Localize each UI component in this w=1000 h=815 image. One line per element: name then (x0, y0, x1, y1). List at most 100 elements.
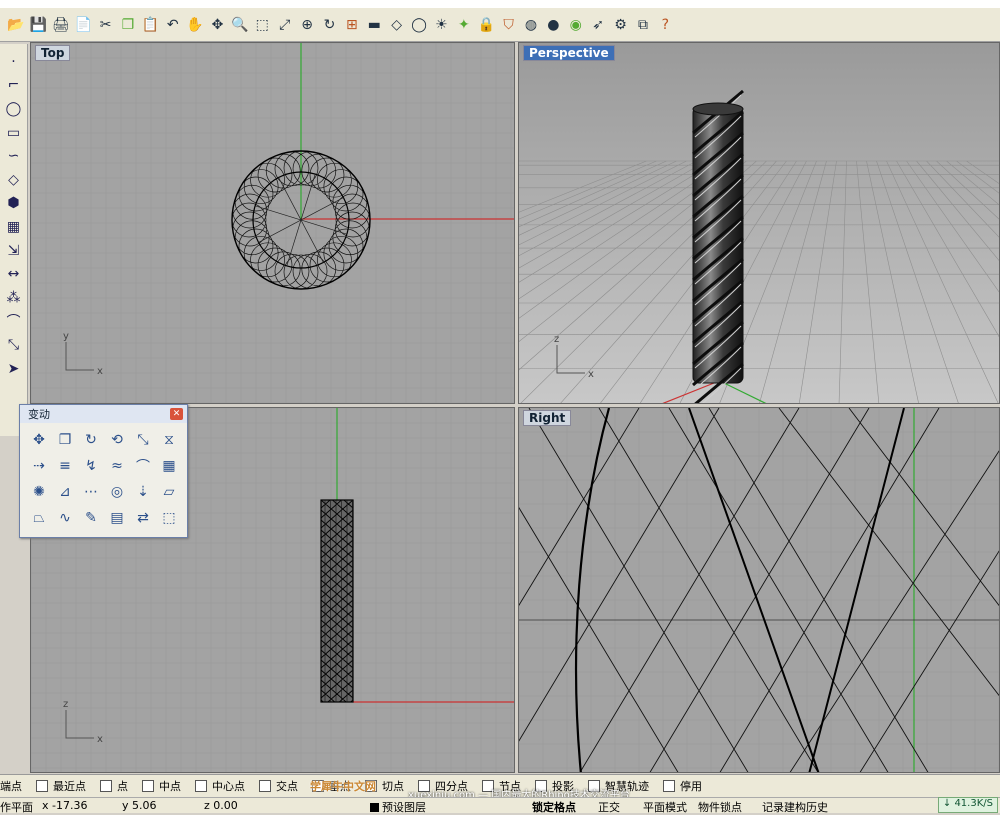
circle-icon[interactable]: ◯ (3, 97, 25, 121)
car-icon[interactable]: ▬ (364, 14, 384, 36)
status-planar[interactable]: 平面模式 (643, 799, 687, 815)
splop-icon[interactable]: ✎ (80, 507, 102, 529)
arrow-icon[interactable]: ➤ (3, 357, 25, 381)
zoom-selected-icon[interactable]: ⊕ (297, 14, 317, 36)
dimension-icon[interactable]: ↔ (3, 262, 25, 286)
osnap-checkbox[interactable] (663, 780, 675, 792)
sphere-render-icon[interactable]: ◉ (566, 14, 586, 36)
viewport-right[interactable]: Right (518, 407, 1000, 773)
scale-icon[interactable]: ⤡ (132, 429, 154, 451)
cut-icon[interactable]: ✂ (96, 14, 116, 36)
surface-icon[interactable]: ◇ (3, 168, 25, 192)
osnap-item[interactable]: 中心点 (195, 778, 245, 794)
status-object-snap[interactable]: 物件锁点 (698, 799, 742, 815)
status-plane[interactable]: 作平面 (0, 799, 33, 815)
osnap-item[interactable]: 中点 (142, 778, 181, 794)
curve-tools-icon[interactable]: ⌒ (3, 310, 25, 334)
scale-icon[interactable]: ⤡ (3, 333, 25, 357)
rotate-3d-icon[interactable]: ⟲ (106, 429, 128, 451)
lock-icon[interactable]: 🔒 (476, 14, 496, 36)
circle-icon[interactable]: ◯ (409, 14, 429, 36)
solid-icon[interactable]: ⬢ (3, 192, 25, 216)
status-grid-snap[interactable]: 锁定格点 (532, 799, 576, 815)
pipe-icon[interactable]: ◎ (106, 481, 128, 503)
polar-array-icon[interactable]: ✺ (28, 481, 50, 503)
flow-alt-icon[interactable]: ∿ (54, 507, 76, 529)
bend-icon[interactable]: ⌒ (132, 455, 154, 477)
taper-alt-icon[interactable]: ⏢ (28, 507, 50, 529)
copy-icon[interactable]: ❐ (54, 429, 76, 451)
arrange-icon[interactable]: ⧉ (633, 14, 653, 36)
zoom-extents-icon[interactable]: ⤢ (275, 14, 295, 36)
osnap-checkbox[interactable] (259, 780, 271, 792)
silhouette-curve (574, 408, 611, 772)
osnap-item[interactable]: 停用 (663, 778, 702, 794)
rectangle-icon[interactable]: ▭ (3, 121, 25, 145)
polyline-icon[interactable]: ⌐ (3, 74, 25, 98)
gear-icon[interactable]: ⚙ (611, 14, 631, 36)
shear-icon[interactable]: ▱ (158, 481, 180, 503)
mirror-icon[interactable]: ⧖ (158, 429, 180, 451)
pan-hand-icon[interactable]: ✋ (185, 14, 205, 36)
transform-panel[interactable]: 变动 ✕ ✥ ❐ ↻ ⟲ ⤡ ⧖ ⇢ ≡ ↯ ≈ ⌒ ▦ ✺ ⊿ ⋯ ◎ ⇣ ▱ ⏢ ∿ ✎ ▤ ⇄ ⬚ (19, 404, 188, 538)
flow-icon[interactable]: ≈ (106, 455, 128, 477)
status-ortho[interactable]: 正交 (598, 799, 620, 815)
viewport-label-right[interactable]: Right (523, 410, 572, 426)
taper-icon[interactable]: ⊿ (54, 481, 76, 503)
viewport-perspective[interactable]: xz Perspective (518, 42, 1000, 404)
transform-icon[interactable]: ⇲ (3, 239, 25, 263)
print-icon[interactable]: 🖨 (51, 14, 71, 36)
light-icon[interactable]: ✦ (454, 14, 474, 36)
status-layer[interactable]: 预设图层 (370, 799, 426, 815)
transform-panel-titlebar[interactable]: 变动 ✕ (20, 405, 187, 423)
perspective-background (519, 43, 999, 403)
osnap-checkbox[interactable] (100, 780, 112, 792)
rotate-icon[interactable]: ↻ (319, 14, 339, 36)
save-icon[interactable]: 💾 (28, 14, 48, 36)
lightbulb-icon[interactable]: ☀ (431, 14, 451, 36)
group-icon[interactable]: ⁂ (3, 286, 25, 310)
paste-icon[interactable]: 📋 (140, 14, 160, 36)
osnap-item[interactable]: 点 (100, 778, 128, 794)
unroll-icon[interactable]: ⇄ (132, 507, 154, 529)
sphere-icon[interactable]: ● (543, 14, 563, 36)
point-icon[interactable]: · (3, 50, 25, 74)
close-icon[interactable]: ✕ (170, 408, 183, 420)
array-icon[interactable]: ▦ (158, 455, 180, 477)
rotate-view-icon[interactable]: ✥ (208, 14, 228, 36)
align-icon[interactable]: ≡ (54, 455, 76, 477)
viewport-label-perspective[interactable]: Perspective (523, 45, 615, 61)
smash-icon[interactable]: ▤ (106, 507, 128, 529)
viewport-top[interactable]: xy Top (30, 42, 515, 404)
zoom-icon[interactable]: 🔍 (230, 14, 250, 36)
document-icon[interactable]: 📄 (73, 14, 93, 36)
folder-open-icon[interactable]: 📂 (6, 14, 26, 36)
viewport-perspective-canvas: xz (519, 43, 999, 403)
four-viewports-icon[interactable]: ⊞ (342, 14, 362, 36)
osnap-checkbox[interactable] (195, 780, 207, 792)
rotate-icon[interactable]: ↻ (80, 429, 102, 451)
osnap-item[interactable]: 端点 (0, 778, 22, 794)
help-icon[interactable]: ? (655, 14, 675, 36)
osnap-checkbox[interactable] (142, 780, 154, 792)
box-edit-icon[interactable]: ⬚ (158, 507, 180, 529)
curve-icon[interactable]: ∽ (3, 144, 25, 168)
osnap-item[interactable]: 交点 (259, 778, 298, 794)
surface-icon[interactable]: ◇ (387, 14, 407, 36)
undo-icon[interactable]: ↶ (163, 14, 183, 36)
orient-icon[interactable]: ⇢ (28, 455, 50, 477)
zoom-window-icon[interactable]: ⬚ (252, 14, 272, 36)
color-wheel-icon[interactable]: ◍ (521, 14, 541, 36)
status-history[interactable]: 记录建构历史 (762, 799, 828, 815)
arrow-flag-icon[interactable]: ➶ (588, 14, 608, 36)
osnap-checkbox[interactable] (36, 780, 48, 792)
move-icon[interactable]: ✥ (28, 429, 50, 451)
twist-icon[interactable]: ↯ (80, 455, 102, 477)
shield-icon[interactable]: ⛉ (499, 14, 519, 36)
copy-icon[interactable]: ❐ (118, 14, 138, 36)
project-icon[interactable]: ⇣ (132, 481, 154, 503)
osnap-item[interactable]: 最近点 (36, 778, 86, 794)
viewport-label-top[interactable]: Top (35, 45, 71, 61)
array-curve-icon[interactable]: ⋯ (80, 481, 102, 503)
mesh-icon[interactable]: ▦ (3, 215, 25, 239)
